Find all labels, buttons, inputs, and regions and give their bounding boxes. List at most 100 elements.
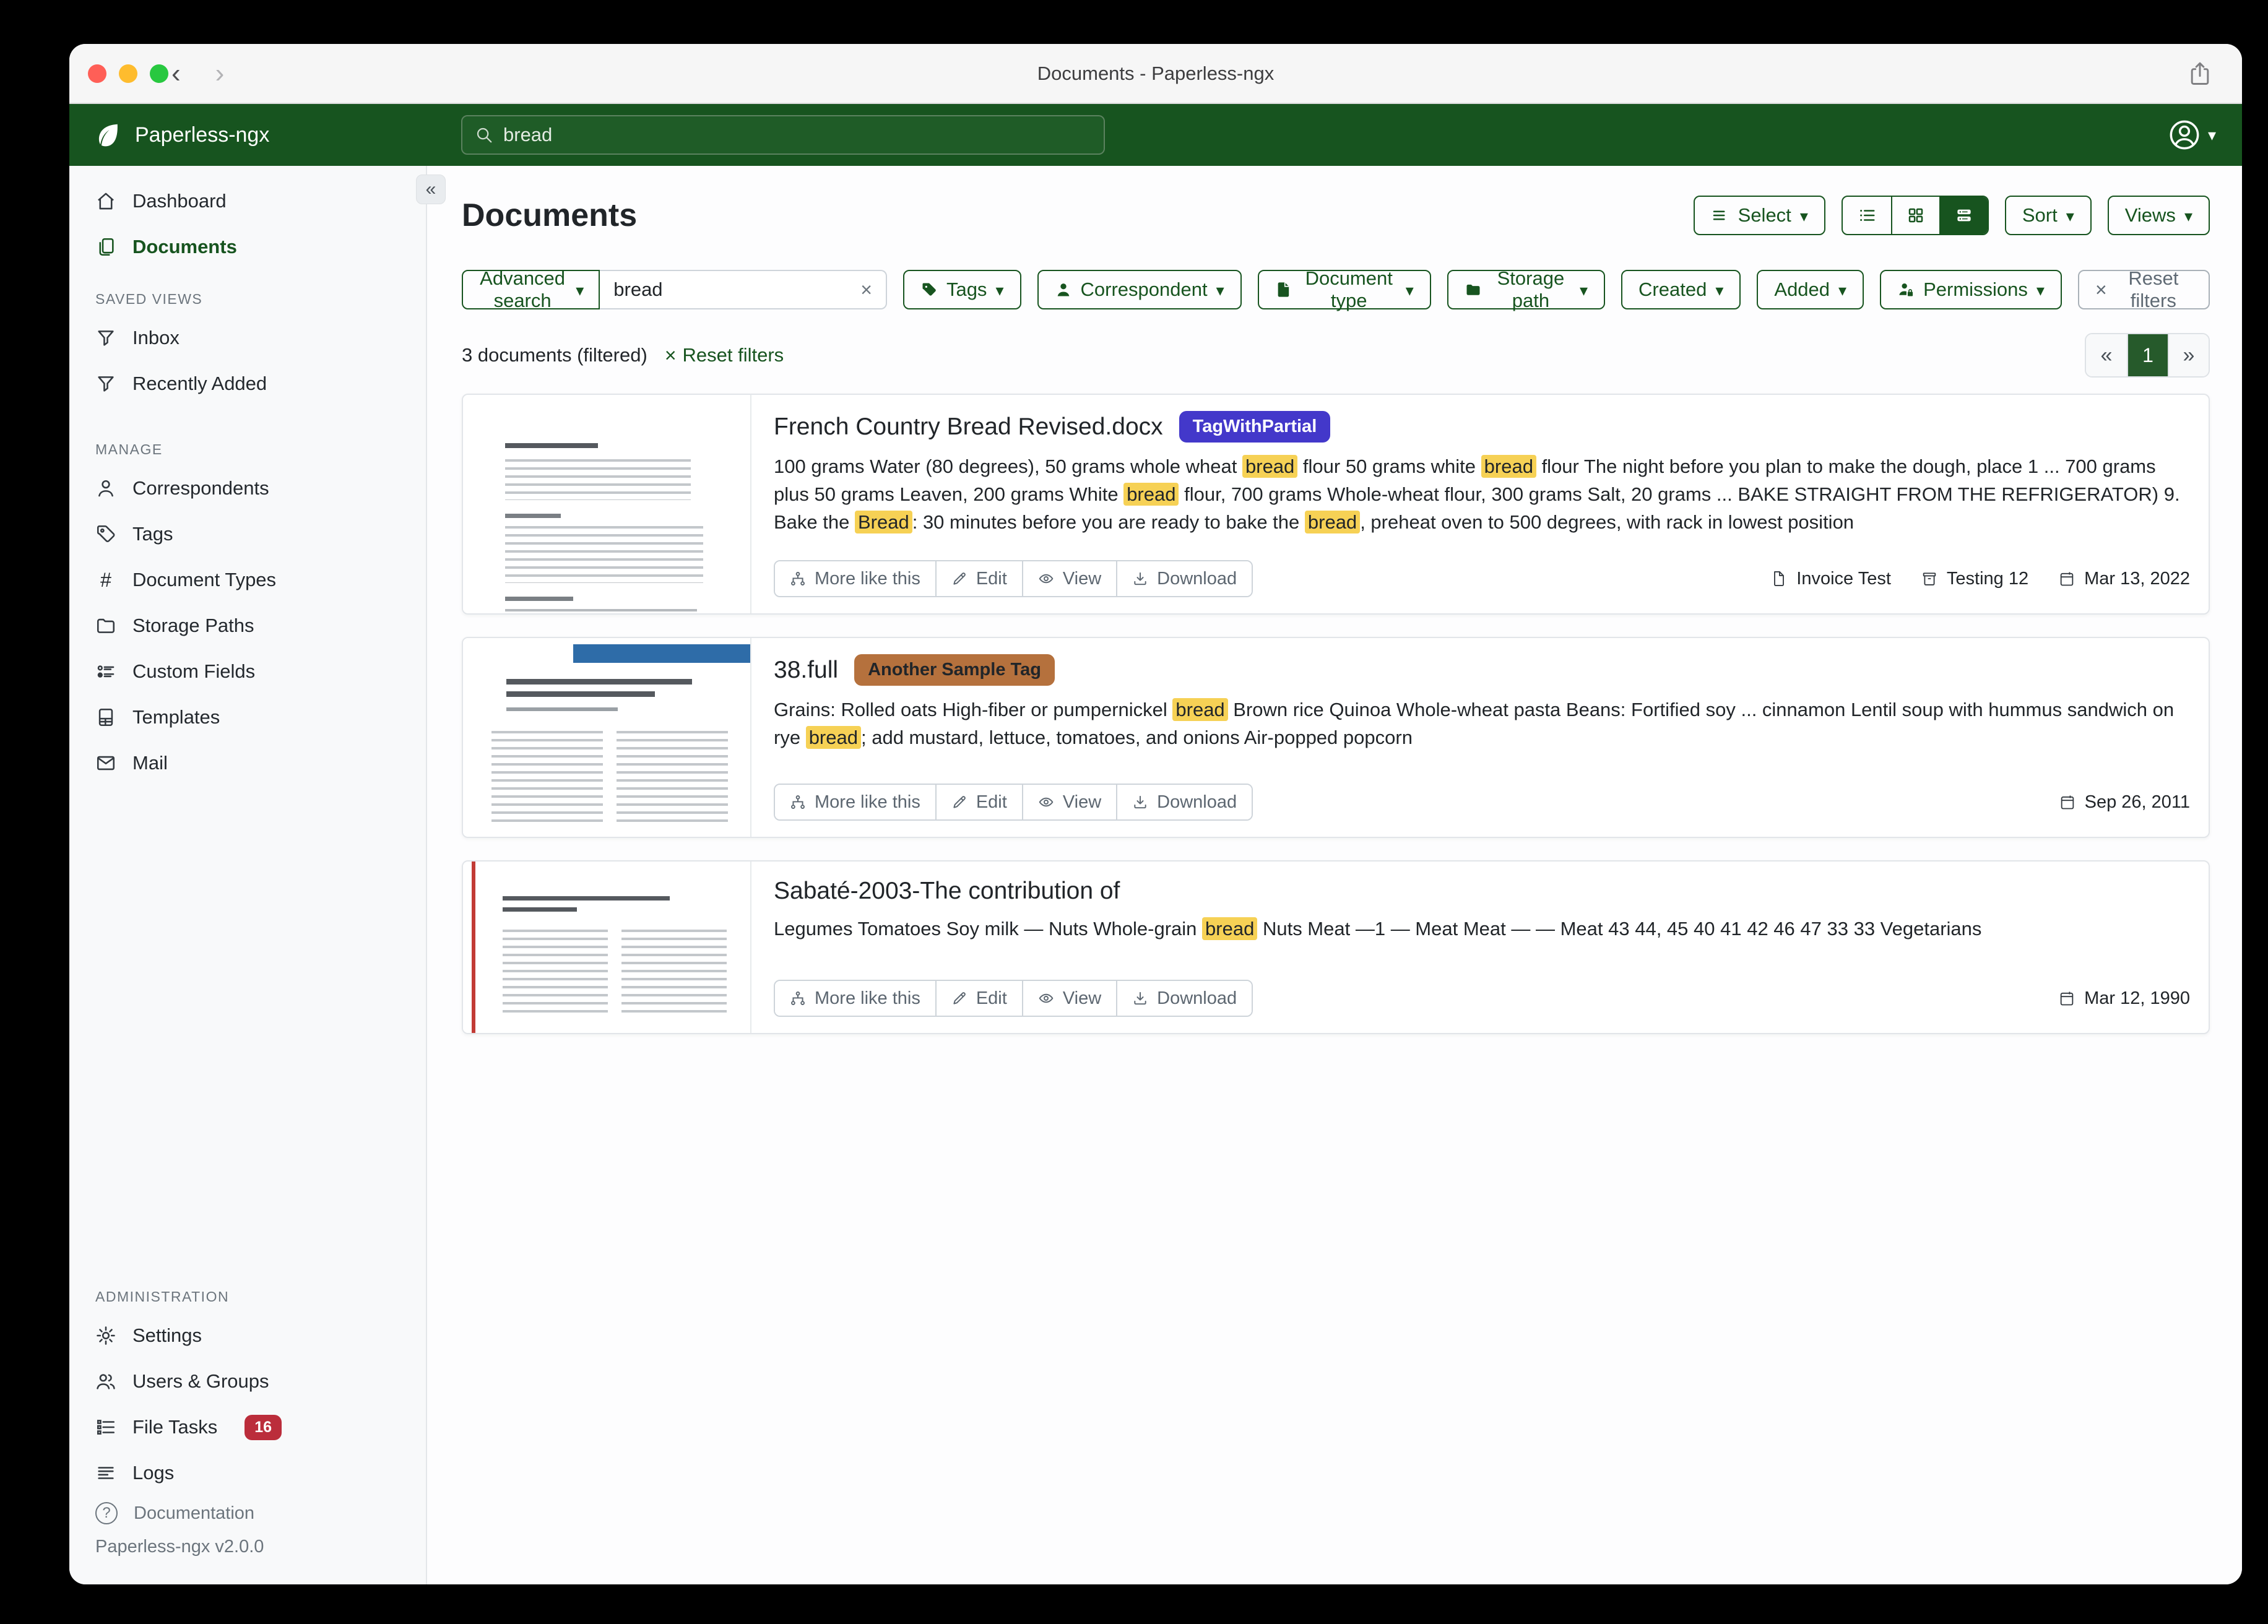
sidebar-item-tags[interactable]: Tags bbox=[69, 511, 426, 557]
download-button[interactable]: Download bbox=[1116, 981, 1252, 1016]
more-like-this-button[interactable]: More like this bbox=[775, 561, 935, 596]
manage-section-label: MANAGE bbox=[95, 441, 426, 458]
sidebar-item-settings[interactable]: Settings bbox=[69, 1313, 426, 1358]
more-like-this-button[interactable]: More like this bbox=[775, 785, 935, 819]
sidebar-item-storage-paths[interactable]: Storage Paths bbox=[69, 603, 426, 649]
document-tag[interactable]: Another Sample Tag bbox=[854, 654, 1055, 686]
view-button[interactable]: View bbox=[1022, 981, 1116, 1016]
sidebar-item-templates[interactable]: Templates bbox=[69, 694, 426, 740]
sidebar-item-mail[interactable]: Mail bbox=[69, 740, 426, 786]
global-search-input[interactable] bbox=[503, 124, 1091, 146]
sidebar-item-correspondents[interactable]: Correspondents bbox=[69, 465, 426, 511]
person-filled-icon bbox=[1055, 281, 1072, 298]
view-mode-toggle bbox=[1842, 196, 1989, 235]
sidebar-item-documents[interactable]: Documents bbox=[69, 224, 426, 270]
document-thumbnail[interactable] bbox=[463, 638, 751, 837]
edit-button[interactable]: Edit bbox=[935, 981, 1022, 1016]
sidebar-item-documentation[interactable]: ? Documentation bbox=[69, 1496, 426, 1531]
document-type-filter-button[interactable]: Document type bbox=[1258, 270, 1431, 309]
document-type-meta[interactable]: Invoice Test bbox=[1770, 569, 1891, 589]
forward-icon[interactable]: › bbox=[215, 60, 225, 87]
view-mode-details-button[interactable] bbox=[1939, 197, 1988, 234]
edit-button[interactable]: Edit bbox=[935, 561, 1022, 596]
sort-button[interactable]: Sort bbox=[2005, 196, 2092, 235]
administration-section-label: ADMINISTRATION bbox=[95, 1289, 426, 1305]
sidebar-item-recently-added[interactable]: Recently Added bbox=[69, 361, 426, 407]
thumb-header-bar bbox=[573, 644, 750, 663]
global-search[interactable] bbox=[461, 115, 1105, 155]
sidebar-collapse-button[interactable]: « bbox=[416, 175, 446, 204]
download-label: Download bbox=[1157, 988, 1237, 1009]
views-button[interactable]: Views bbox=[2108, 196, 2210, 235]
sidebar-item-custom-fields[interactable]: Custom Fields bbox=[69, 649, 426, 694]
sidebar: Dashboard Documents SAVED VIEWS Inbox Re bbox=[69, 166, 427, 1584]
saved-views-section-label: SAVED VIEWS bbox=[95, 291, 426, 308]
date-value: Mar 13, 2022 bbox=[2084, 569, 2190, 589]
view-mode-grid-button[interactable] bbox=[1891, 197, 1939, 234]
storage-path-meta[interactable]: Testing 12 bbox=[1921, 569, 2028, 589]
sidebar-item-label: Dashboard bbox=[132, 190, 227, 212]
reset-filters-link[interactable]: Reset filters bbox=[665, 344, 784, 366]
view-button[interactable]: View bbox=[1022, 785, 1116, 819]
documents-icon bbox=[95, 236, 116, 257]
edit-button[interactable]: Edit bbox=[935, 785, 1022, 819]
storage-path-filter-button[interactable]: Storage path bbox=[1447, 270, 1605, 309]
page-header: Documents Select bbox=[462, 196, 2210, 235]
sidebar-item-document-types[interactable]: # Document Types bbox=[69, 557, 426, 603]
document-title[interactable]: Sabaté-2003-The contribution of bbox=[774, 878, 1120, 905]
document-card-body: Sabaté-2003-The contribution of Legumes … bbox=[751, 862, 2209, 1033]
brand[interactable]: Paperless-ngx bbox=[94, 121, 269, 149]
thumb-text-column bbox=[491, 731, 603, 827]
snippet-text: Legumes Tomatoes Soy milk — Nuts Whole-g… bbox=[774, 918, 1202, 939]
sidebar-item-inbox[interactable]: Inbox bbox=[69, 315, 426, 361]
correspondent-filter-button[interactable]: Correspondent bbox=[1037, 270, 1242, 309]
sidebar-item-users-groups[interactable]: Users & Groups bbox=[69, 1358, 426, 1404]
sidebar-item-logs[interactable]: Logs bbox=[69, 1450, 426, 1496]
person-lock-icon bbox=[1897, 281, 1915, 298]
tags-filter-button[interactable]: Tags bbox=[903, 270, 1021, 309]
search-icon bbox=[475, 126, 493, 144]
thumb-heading-line bbox=[505, 597, 573, 601]
share-icon[interactable] bbox=[2186, 60, 2214, 87]
close-window-button[interactable] bbox=[88, 64, 106, 83]
pagination-page-1[interactable]: 1 bbox=[2127, 334, 2168, 376]
view-button[interactable]: View bbox=[1022, 561, 1116, 596]
document-title[interactable]: 38.full bbox=[774, 657, 838, 684]
sidebar-item-label: File Tasks bbox=[132, 1416, 217, 1438]
reset-filters-button[interactable]: Reset filters bbox=[2078, 270, 2210, 309]
document-title[interactable]: French Country Bread Revised.docx bbox=[774, 413, 1163, 441]
more-like-this-button[interactable]: More like this bbox=[775, 981, 935, 1016]
select-button[interactable]: Select bbox=[1694, 196, 1825, 235]
user-menu[interactable] bbox=[2168, 104, 2216, 166]
thumb-text-lines bbox=[505, 459, 691, 500]
back-icon[interactable]: ‹ bbox=[171, 60, 181, 87]
added-filter-button[interactable]: Added bbox=[1757, 270, 1864, 309]
document-tag[interactable]: TagWithPartial bbox=[1179, 411, 1331, 443]
view-mode-list-button[interactable] bbox=[1843, 197, 1891, 234]
document-thumbnail[interactable] bbox=[463, 862, 751, 1033]
clear-search-icon[interactable]: × bbox=[860, 279, 872, 301]
download-button[interactable]: Download bbox=[1116, 561, 1252, 596]
sidebar-item-dashboard[interactable]: Dashboard bbox=[69, 178, 426, 224]
download-label: Download bbox=[1157, 569, 1237, 589]
snippet-text: 100 grams Water (80 degrees), 50 grams w… bbox=[774, 456, 1242, 477]
more-like-this-label: More like this bbox=[815, 792, 920, 813]
filter-search-input[interactable] bbox=[613, 279, 860, 301]
date-meta: Mar 13, 2022 bbox=[2058, 569, 2190, 589]
sidebar-item-file-tasks[interactable]: File Tasks 16 bbox=[69, 1404, 426, 1450]
document-thumbnail[interactable] bbox=[463, 395, 751, 613]
created-filter-button[interactable]: Created bbox=[1621, 270, 1741, 309]
views-button-label: Views bbox=[2125, 204, 2176, 227]
thumb-subtitle-line bbox=[506, 707, 618, 711]
permissions-filter-button[interactable]: Permissions bbox=[1880, 270, 2062, 309]
minimize-window-button[interactable] bbox=[119, 64, 137, 83]
advanced-search-button[interactable]: Advanced search bbox=[462, 270, 600, 309]
pagination-prev-button[interactable]: « bbox=[2086, 334, 2127, 376]
document-card-footer: More like this Edit bbox=[774, 560, 2190, 597]
pagination-next-button[interactable]: » bbox=[2168, 334, 2209, 376]
screen: ‹ › Documents - Paperless-ngx Paperless-… bbox=[0, 0, 2268, 1624]
zoom-window-button[interactable] bbox=[150, 64, 168, 83]
tags-filter-label: Tags bbox=[946, 279, 987, 301]
download-icon bbox=[1132, 571, 1148, 587]
download-button[interactable]: Download bbox=[1116, 785, 1252, 819]
